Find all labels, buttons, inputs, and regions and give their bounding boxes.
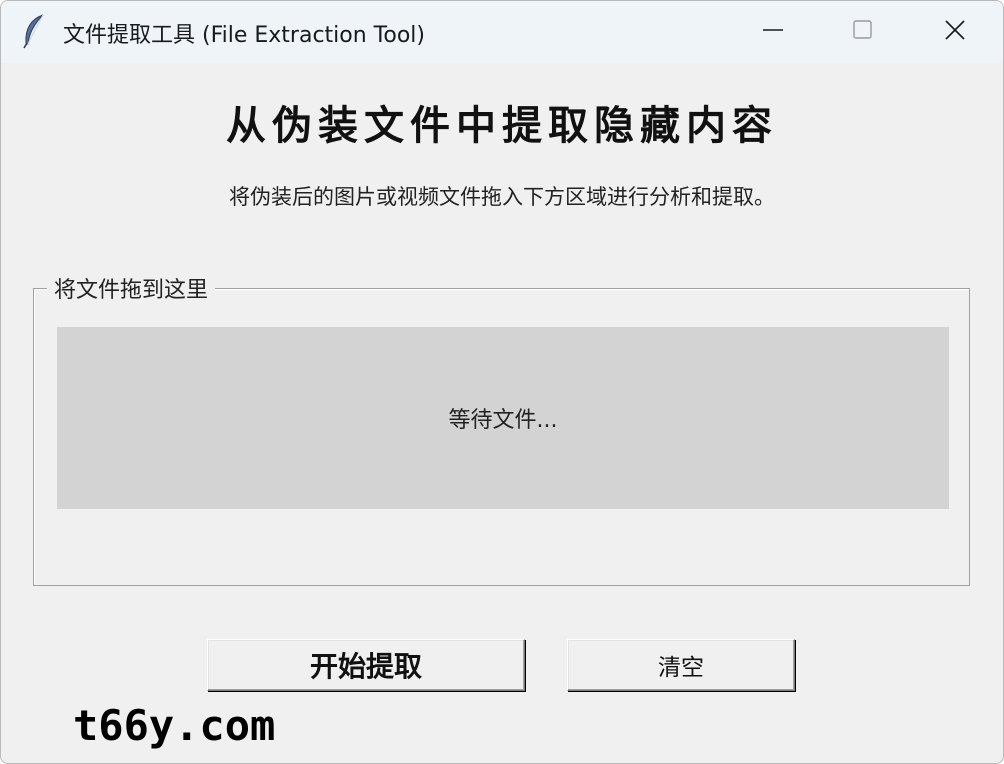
title-bar[interactable]: 文件提取工具 (File Extraction Tool) bbox=[1, 1, 1003, 63]
minimize-button[interactable] bbox=[727, 1, 819, 63]
minimize-icon bbox=[762, 19, 784, 45]
clear-button[interactable]: 清空 bbox=[567, 639, 795, 691]
file-drop-zone[interactable]: 等待文件... bbox=[57, 327, 949, 509]
feather-icon bbox=[21, 13, 47, 49]
maximize-icon bbox=[852, 19, 874, 45]
groupbox-label: 将文件拖到这里 bbox=[47, 272, 216, 304]
app-window: 文件提取工具 (File Extraction Tool) 从伪装文件中提取隐藏… bbox=[0, 0, 1004, 764]
start-extract-button[interactable]: 开始提取 bbox=[207, 639, 525, 691]
close-button[interactable] bbox=[909, 1, 1001, 63]
maximize-button[interactable] bbox=[817, 1, 909, 63]
page-heading: 从伪装文件中提取隐藏内容 bbox=[226, 102, 778, 149]
watermark-text: t66y.com bbox=[73, 701, 276, 750]
instruction-text: 将伪装后的图片或视频文件拖入下方区域进行分析和提取。 bbox=[229, 185, 775, 209]
window-title: 文件提取工具 (File Extraction Tool) bbox=[63, 23, 426, 48]
close-icon bbox=[943, 18, 967, 46]
drop-status-text: 等待文件... bbox=[448, 408, 558, 433]
